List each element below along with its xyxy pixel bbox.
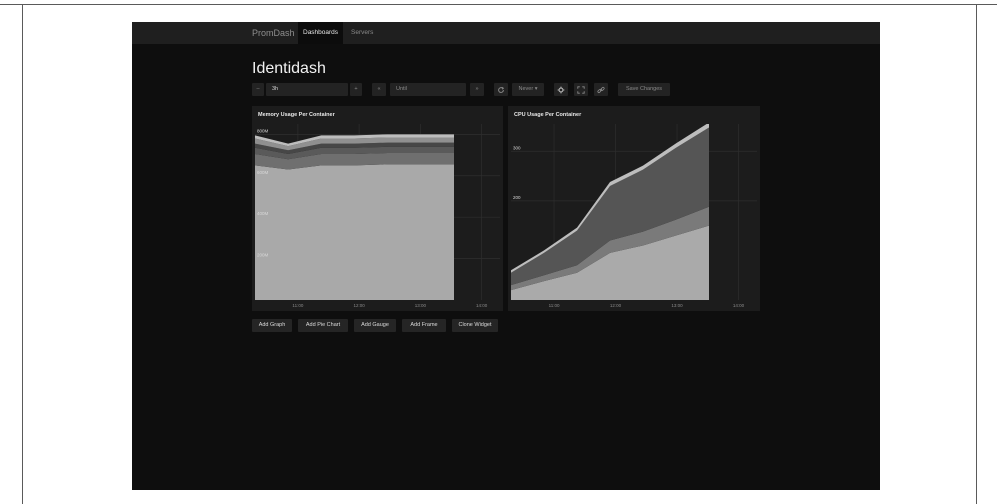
add-pie-chart-button[interactable]: Add Pie Chart	[298, 319, 348, 332]
app-window: PromDash Dashboards Servers Identidash –…	[132, 22, 880, 490]
brand-logo[interactable]: PromDash	[252, 28, 295, 38]
x-tick-label: 14:00	[476, 303, 488, 308]
y-tick-label: 200M	[257, 253, 269, 258]
tab-servers[interactable]: Servers	[346, 22, 378, 44]
page-top-rule	[0, 4, 997, 5]
page-left-rule	[22, 4, 23, 504]
widget-title: CPU Usage Per Container	[514, 112, 582, 118]
chart-svg: 200M 400M 600M 800M 11:00 12:00 13:00 14:00	[255, 124, 500, 308]
fullscreen-button[interactable]	[574, 83, 588, 96]
time-forward-button[interactable]: »	[470, 83, 484, 96]
navbar: PromDash Dashboards Servers	[132, 22, 880, 44]
x-tick-label: 12:00	[610, 303, 622, 308]
x-tick-label: 14:00	[733, 303, 745, 308]
clone-widget-button[interactable]: Clone Widget	[452, 319, 498, 332]
gear-icon	[557, 86, 565, 93]
until-input[interactable]: Until	[390, 83, 466, 96]
cpu-chart: 200 300 11:00 12:00 13:00 14:00	[511, 124, 757, 308]
add-gauge-button[interactable]: Add Gauge	[354, 319, 396, 332]
add-frame-button[interactable]: Add Frame	[402, 319, 446, 332]
x-tick-label: 13:00	[671, 303, 683, 308]
zoom-out-button[interactable]: –	[252, 83, 264, 96]
add-graph-button[interactable]: Add Graph	[252, 319, 292, 332]
x-tick-label: 12:00	[353, 303, 365, 308]
widget-title: Memory Usage Per Container	[258, 112, 335, 118]
settings-button[interactable]	[554, 83, 568, 96]
chart-svg: 200 300 11:00 12:00 13:00 14:00	[511, 124, 757, 308]
series-area-0	[255, 164, 454, 300]
refresh-interval-select[interactable]: Never ▾	[512, 83, 544, 96]
save-changes-button[interactable]: Save Changes	[618, 83, 670, 96]
y-tick-label: 800M	[257, 128, 269, 133]
link-button[interactable]	[594, 83, 608, 96]
link-icon	[597, 86, 605, 93]
y-tick-label: 200	[513, 195, 521, 200]
x-tick-label: 13:00	[415, 303, 427, 308]
y-tick-label: 300	[513, 145, 521, 150]
refresh-icon	[498, 86, 505, 93]
memory-chart: 200M 400M 600M 800M 11:00 12:00 13:00 14:00	[255, 124, 500, 308]
expand-icon	[577, 85, 585, 94]
zoom-in-button[interactable]: +	[350, 83, 362, 96]
x-tick-label: 11:00	[549, 303, 560, 308]
cpu-widget: CPU Usage Per Container 200 300 11:00 12:00…	[508, 106, 760, 311]
page-right-rule	[976, 4, 977, 504]
range-input[interactable]: 3h	[266, 83, 348, 96]
y-tick-label: 600M	[257, 170, 269, 175]
tab-dashboards[interactable]: Dashboards	[298, 22, 344, 44]
x-tick-label: 11:00	[292, 303, 303, 308]
page-title: Identidash	[252, 60, 326, 77]
memory-widget: Memory Usage Per Container 200M 400M 600M 8…	[252, 106, 503, 311]
refresh-button[interactable]	[494, 83, 508, 96]
time-back-button[interactable]: «	[372, 83, 386, 96]
y-tick-label: 400M	[257, 211, 269, 216]
